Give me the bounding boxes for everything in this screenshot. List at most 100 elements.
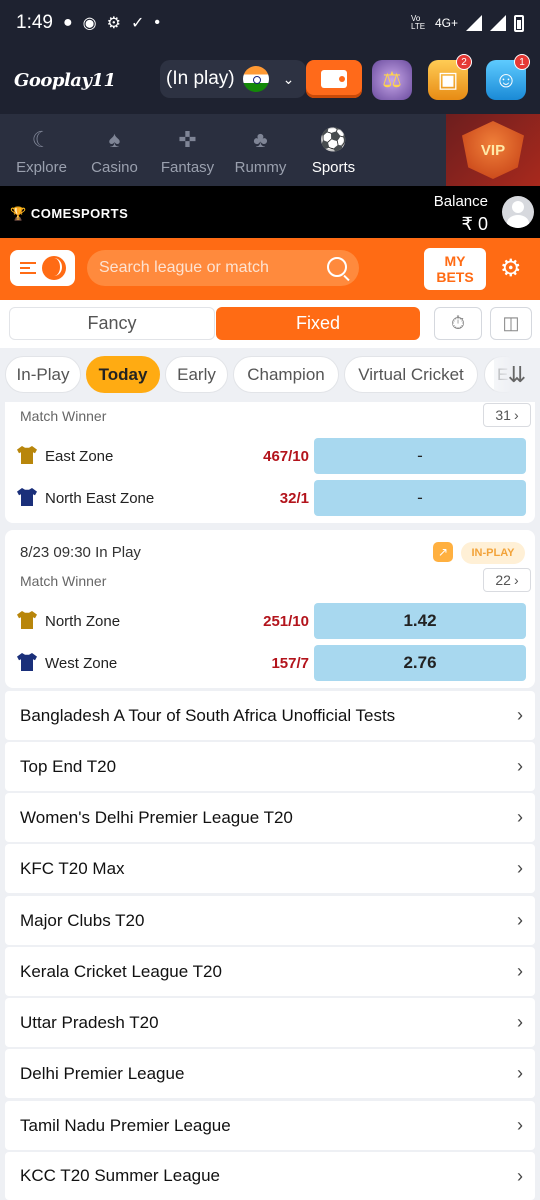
tab-today[interactable]: Today <box>86 356 160 393</box>
league-row[interactable]: Delhi Premier League › <box>5 1049 535 1098</box>
football-icon: ⚽ <box>319 126 348 152</box>
chat-icon: ● <box>62 14 73 31</box>
team-row: West Zone 157/7 2.76 <box>5 645 535 681</box>
market-label: Match Winner <box>20 408 107 424</box>
team-row: North East Zone 32/1 - <box>5 480 535 516</box>
layout-button[interactable]: ◫ <box>490 307 532 340</box>
league-row[interactable]: Bangladesh A Tour of South Africa Unoffi… <box>5 691 535 740</box>
search-input[interactable]: Search league or match <box>87 250 359 286</box>
timer-button[interactable]: ⏱ <box>434 307 482 340</box>
team-shirt-icon <box>17 446 37 464</box>
chevron-right-icon: › <box>517 1012 523 1032</box>
stopwatch-icon: ⏱ <box>450 313 466 333</box>
league-row[interactable]: KCC T20 Summer League › <box>5 1152 535 1200</box>
sports-menu-button[interactable] <box>10 250 75 286</box>
sports-provider-bar: 🏆 COMESPORTS Balance ₹ 0 <box>0 186 540 238</box>
india-flag-icon <box>242 66 269 92</box>
my-bets-button[interactable]: MY BETS <box>424 248 486 290</box>
team-row: East Zone 467/10 - <box>5 438 535 474</box>
wallet-icon <box>321 70 347 88</box>
battery-icon <box>514 14 524 32</box>
sports-toolbar: Search league or match MY BETS ⚙ <box>0 238 540 300</box>
team-name: North East Zone <box>45 490 155 507</box>
fixed-segment[interactable]: Fixed <box>216 307 420 340</box>
more-markets-button[interactable]: 31 › <box>483 403 531 427</box>
category-nav: ☾ Explore ♠ Casino ✜ Fantasy ♣ Rummy ⚽ S… <box>0 114 540 186</box>
category-sports[interactable]: ⚽ Sports <box>297 125 370 176</box>
signal-icon <box>466 15 482 31</box>
league-row[interactable]: KFC T20 Max › <box>5 844 535 893</box>
league-row[interactable]: Kerala Cricket League T20 › <box>5 947 535 996</box>
team-shirt-icon <box>17 488 37 506</box>
league-row[interactable]: Tamil Nadu Premier League › <box>5 1101 535 1150</box>
chevron-right-icon: › <box>517 1063 523 1083</box>
support-agent-button[interactable]: ☺ 1 <box>486 54 530 100</box>
spade-icon: ♠ <box>108 126 121 152</box>
network-label: 4G+ <box>434 16 458 30</box>
odds-button[interactable]: 2.76 <box>314 645 526 681</box>
cards-icon: ♣ <box>253 126 268 152</box>
search-placeholder: Search league or match <box>99 259 269 276</box>
team-score: 32/1 <box>279 490 309 507</box>
match-time: 8/23 09:30 In Play <box>20 544 141 561</box>
team-shirt-icon <box>17 611 37 629</box>
tab-champion[interactable]: Champion <box>233 356 339 393</box>
shield-icon: ◉ <box>82 15 97 32</box>
signal-icon-2 <box>490 15 506 31</box>
jar-icon: ⚖ <box>382 67 402 92</box>
chevron-right-icon: › <box>517 961 523 981</box>
chevron-right-icon: › <box>517 1115 523 1135</box>
settings-gear-icon[interactable]: ⚙ <box>500 254 522 283</box>
live-chart-icon[interactable]: ↗ <box>433 542 453 562</box>
avatar[interactable] <box>502 196 534 228</box>
layout-icon: ◫ <box>502 313 520 333</box>
balance-value: ₹ 0 <box>461 214 488 234</box>
category-casino[interactable]: ♠ Casino <box>78 125 151 176</box>
odds-button[interactable]: - <box>314 438 526 474</box>
market-label: Match Winner <box>20 573 107 589</box>
jar-button[interactable]: ⚖ <box>372 60 412 100</box>
treasure-chest-icon: ▣ <box>437 67 459 92</box>
fancy-segment[interactable]: Fancy <box>9 307 215 340</box>
category-rummy[interactable]: ♣ Rummy <box>224 125 297 176</box>
league-row[interactable]: Uttar Pradesh T20 › <box>5 998 535 1047</box>
odds-button[interactable]: 1.42 <box>314 603 526 639</box>
app-logo[interactable]: Gooplay11 <box>14 70 116 91</box>
menu-icon <box>19 262 36 274</box>
status-time: 1:49 <box>16 12 53 33</box>
check-icon: ✓ <box>130 15 145 32</box>
support-agent-icon: ☺ <box>494 67 518 92</box>
tab-virtual-cricket[interactable]: Virtual Cricket <box>344 356 478 393</box>
team-score: 251/10 <box>263 613 309 630</box>
chest-button[interactable]: ▣ 2 <box>428 54 472 100</box>
market-type-switch: Fancy Fixed ⏱ ◫ <box>0 300 540 348</box>
team-score: 467/10 <box>263 448 309 465</box>
chevron-right-icon: › <box>513 572 519 588</box>
chevron-right-icon: › <box>513 407 519 423</box>
comesports-logo: 🏆 COMESPORTS <box>10 206 129 221</box>
chevron-right-icon: › <box>517 1166 523 1186</box>
category-explore[interactable]: ☾ Explore <box>5 125 78 176</box>
play-filter-dropdown[interactable]: (In play) ⌄ <box>160 60 306 98</box>
app-header: Gooplay11 (In play) ⌄ ⚖ ▣ 2 ☺ 1 <box>0 46 540 114</box>
planet-icon: ☾ <box>31 126 52 152</box>
status-badge: IN-PLAY <box>461 542 525 564</box>
odds-button[interactable]: - <box>314 480 526 516</box>
vip-button[interactable]: VIP <box>446 114 540 186</box>
team-name: East Zone <box>45 448 114 465</box>
league-row[interactable]: Top End T20 › <box>5 742 535 791</box>
league-row[interactable]: Major Clubs T20 › <box>5 896 535 945</box>
gear-icon: ⚙ <box>106 15 121 32</box>
team-name: West Zone <box>45 655 118 672</box>
category-fantasy[interactable]: ✜ Fantasy <box>151 125 224 176</box>
tab-in-play[interactable]: In-Play <box>5 356 81 393</box>
league-row[interactable]: Women's Delhi Premier League T20 › <box>5 793 535 842</box>
tab-early[interactable]: Early <box>165 356 228 393</box>
team-name: North Zone <box>45 613 121 630</box>
more-markets-button[interactable]: 22 › <box>483 568 531 592</box>
match-card: 8/23 09:30 In Play ↗ IN-PLAY Match Winne… <box>5 530 535 688</box>
wallet-button[interactable] <box>306 60 362 98</box>
team-row: North Zone 251/10 1.42 <box>5 603 535 639</box>
search-icon[interactable] <box>327 257 347 277</box>
expand-tabs-icon[interactable]: ⇊ <box>494 348 540 402</box>
